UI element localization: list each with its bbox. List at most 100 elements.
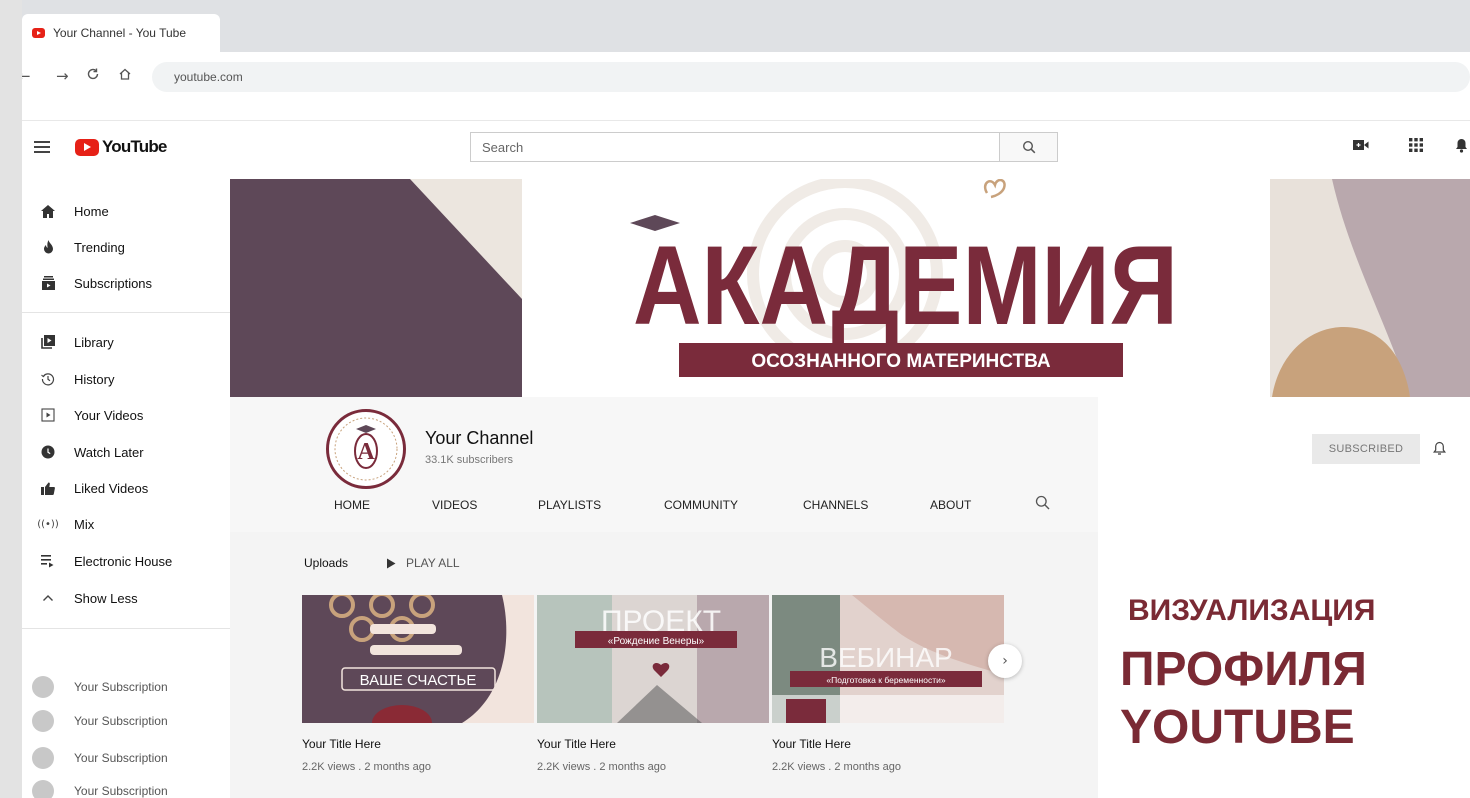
- home-button-icon[interactable]: [118, 67, 132, 85]
- menu-icon[interactable]: [34, 141, 50, 153]
- banner-title: АКАДЕМИЯ: [633, 223, 1178, 348]
- video-thumbnail[interactable]: ПРОЕКТ «Рождение Венеры»: [537, 595, 769, 723]
- sidebar-item-watch-later[interactable]: Watch Later: [22, 434, 230, 470]
- window-edge: [0, 0, 22, 798]
- tab-playlists[interactable]: PLAYLISTS: [538, 498, 601, 512]
- uploads-title: Uploads: [304, 556, 349, 570]
- next-arrow-button[interactable]: ›: [988, 644, 1022, 678]
- youtube-logo[interactable]: YouTube: [75, 137, 167, 157]
- subscription-item[interactable]: Your Subscription: [32, 779, 168, 798]
- uploads-section: Uploads PLAY ALL ВАШЕ СЧАСТЬЕ ПРОЕКТ «Ро…: [230, 532, 1098, 798]
- chevron-up-icon: [22, 594, 74, 602]
- channel-banner: АКАДЕМИЯ ОСОЗНАННОГО МАТЕРИНСТВА: [230, 179, 1470, 397]
- sidebar-item-show-less[interactable]: Show Less: [22, 580, 230, 616]
- back-arrow-icon[interactable]: ←: [22, 67, 31, 85]
- promo-line-1: ВИЗУАЛИЗАЦИЯ: [1128, 594, 1376, 627]
- avatar: [32, 710, 54, 732]
- sidebar-item-label: Electronic House: [74, 553, 173, 569]
- sidebar-divider: [22, 628, 230, 629]
- tab-channels[interactable]: CHANNELS: [803, 498, 868, 512]
- video-title[interactable]: Your Title Here: [302, 737, 381, 751]
- notifications-bell-icon[interactable]: [1455, 138, 1468, 158]
- promo-overlay: ВИЗУАЛИЗАЦИЯ ПРОФИЛЯ YOUTUBE: [1098, 532, 1470, 798]
- promo-line-3: YOUTUBE: [1120, 701, 1355, 754]
- channel-header: A Your Channel 33.1K subscribers HOME VI…: [230, 397, 1098, 532]
- url-field[interactable]: youtube.com: [152, 62, 1470, 92]
- subscription-item[interactable]: Your Subscription: [32, 746, 168, 770]
- address-bar-row: ← → youtube.com: [22, 52, 1470, 102]
- avatar: [32, 747, 54, 769]
- youtube-logo-icon: [75, 138, 99, 156]
- sidebar-item-electronic-house[interactable]: Electronic House: [22, 543, 230, 579]
- sidebar-item-home[interactable]: Home: [22, 193, 230, 229]
- radio-icon: ((•)): [37, 518, 59, 530]
- tab-videos[interactable]: VIDEOS: [432, 498, 477, 512]
- channel-header-right: [1098, 397, 1470, 532]
- subscription-label: Your Subscription: [74, 714, 168, 728]
- your-videos-icon: [22, 408, 74, 422]
- playlist-icon: [22, 554, 74, 568]
- search-input[interactable]: [471, 133, 999, 161]
- video-meta: 2.2K views . 2 months ago: [772, 761, 902, 773]
- library-icon: [22, 335, 74, 349]
- channel-search-icon[interactable]: [1035, 495, 1050, 513]
- sidebar-item-mix[interactable]: ((•)) Mix: [22, 506, 230, 542]
- video-title[interactable]: Your Title Here: [772, 737, 851, 751]
- browser-window: Your Channel - You Tube ← → youtube.com …: [22, 0, 1470, 798]
- sidebar-item-label: Your Videos: [74, 407, 144, 423]
- sidebar-item-label: Subscriptions: [74, 275, 153, 291]
- play-all-label: PLAY ALL: [406, 556, 460, 570]
- forward-arrow-icon[interactable]: →: [56, 67, 69, 85]
- notification-bell-icon[interactable]: [1433, 441, 1446, 461]
- promo-line-2: ПРОФИЛЯ: [1120, 643, 1367, 696]
- play-all-button[interactable]: PLAY ALL: [386, 556, 460, 570]
- sidebar-divider: [22, 312, 230, 313]
- sidebar-item-label: Mix: [74, 516, 95, 532]
- tab-bar: Your Channel - You Tube: [22, 0, 1470, 52]
- video-thumbnail[interactable]: ВЕБИНАР «Подготовка к беременности»: [772, 595, 1004, 723]
- avatar: [32, 780, 54, 798]
- sidebar-item-library[interactable]: Library: [22, 324, 230, 360]
- channel-logo-icon: A: [334, 417, 398, 481]
- logo-text: YouTube: [102, 137, 167, 156]
- search-bar: [470, 132, 1058, 162]
- reload-icon[interactable]: [86, 67, 100, 85]
- clock-icon: [22, 445, 74, 459]
- subscription-label: Your Subscription: [74, 751, 168, 765]
- channel-avatar[interactable]: A: [326, 409, 406, 489]
- subscriptions-icon: [22, 276, 74, 290]
- apps-grid-icon[interactable]: [1409, 138, 1423, 157]
- url-text: youtube.com: [174, 70, 243, 84]
- thumbs-up-icon: [22, 482, 74, 495]
- sidebar-item-your-videos[interactable]: Your Videos: [22, 397, 230, 433]
- sidebar-item-label: Library: [74, 334, 114, 350]
- create-video-icon[interactable]: [1353, 138, 1369, 156]
- subscription-label: Your Subscription: [74, 680, 168, 694]
- search-button[interactable]: [999, 133, 1057, 161]
- sidebar-item-subscriptions[interactable]: Subscriptions: [22, 265, 230, 301]
- search-icon: [1022, 140, 1035, 154]
- channel-name: Your Channel: [425, 428, 534, 448]
- video-meta: 2.2K views . 2 months ago: [537, 761, 667, 773]
- sidebar-item-label: Show Less: [74, 590, 138, 606]
- tab-home[interactable]: HOME: [334, 498, 370, 512]
- subscription-item[interactable]: Your Subscription: [32, 675, 168, 699]
- sidebar-item-history[interactable]: History: [22, 361, 230, 397]
- browser-tab[interactable]: Your Channel - You Tube: [22, 14, 220, 52]
- sidebar-item-liked-videos[interactable]: Liked Videos: [22, 470, 230, 506]
- tab-about[interactable]: ABOUT: [930, 498, 971, 512]
- banner-art: АКАДЕМИЯ ОСОЗНАННОГО МАТЕРИНСТВА: [230, 179, 1470, 397]
- sidebar-item-label: Trending: [74, 239, 125, 255]
- subscription-item[interactable]: Your Subscription: [32, 709, 168, 733]
- sidebar-item-trending[interactable]: Trending: [22, 229, 230, 265]
- subscribed-button[interactable]: SUBSCRIBED: [1312, 434, 1420, 464]
- subscription-label: Your Subscription: [74, 784, 168, 798]
- video-title[interactable]: Your Title Here: [537, 737, 616, 751]
- svg-text:ВЕБИНАР: ВЕБИНАР: [819, 642, 952, 673]
- video-thumbnail[interactable]: ВАШЕ СЧАСТЬЕ: [302, 595, 534, 723]
- svg-text:ВАШЕ СЧАСТЬЕ: ВАШЕ СЧАСТЬЕ: [360, 672, 477, 689]
- youtube-masthead: YouTube: [22, 121, 1470, 179]
- tab-title: Your Channel - You Tube: [53, 26, 187, 40]
- tab-community[interactable]: COMMUNITY: [664, 498, 738, 512]
- play-icon: [387, 558, 396, 568]
